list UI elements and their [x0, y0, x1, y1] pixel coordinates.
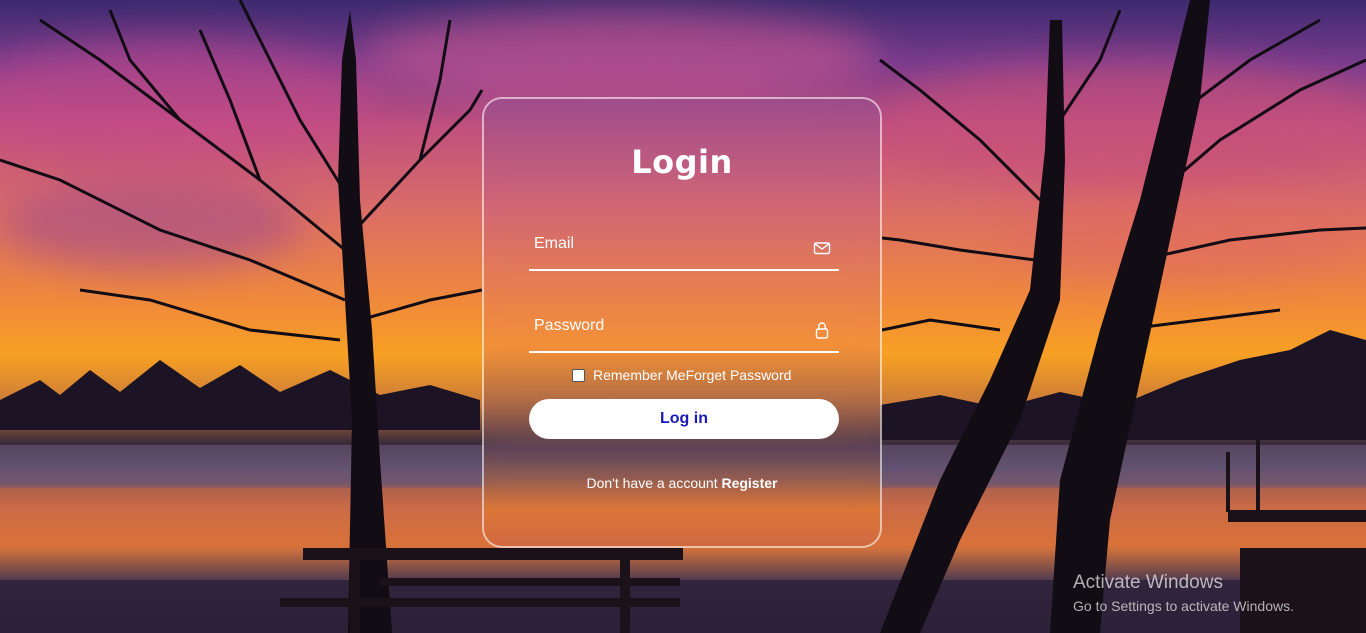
lock-icon — [813, 321, 831, 339]
envelope-icon — [813, 239, 831, 257]
remember-checkbox[interactable] — [572, 368, 585, 382]
login-card: Login Email Password Remember Me Forget P… — [482, 97, 882, 548]
password-placeholder: Password — [534, 317, 605, 334]
login-button[interactable]: Log in — [529, 399, 839, 439]
email-field[interactable]: Email — [529, 229, 839, 271]
forgot-password-link[interactable]: Forget Password — [686, 367, 792, 383]
register-prompt: Don't have a account — [586, 475, 722, 491]
activate-subtitle: Go to Settings to activate Windows. — [1073, 598, 1294, 614]
login-title: Login — [631, 143, 733, 181]
register-link[interactable]: Register — [721, 475, 777, 491]
activate-windows-watermark: Activate Windows Go to Settings to activ… — [1073, 572, 1294, 614]
register-line: Don't have a account Register — [484, 475, 880, 491]
remember-label[interactable]: Remember Me — [593, 367, 686, 383]
activate-title: Activate Windows — [1073, 572, 1223, 593]
password-field[interactable]: Password — [529, 311, 839, 353]
remember-row: Remember Me Forget Password — [572, 367, 791, 383]
email-placeholder: Email — [534, 235, 575, 252]
